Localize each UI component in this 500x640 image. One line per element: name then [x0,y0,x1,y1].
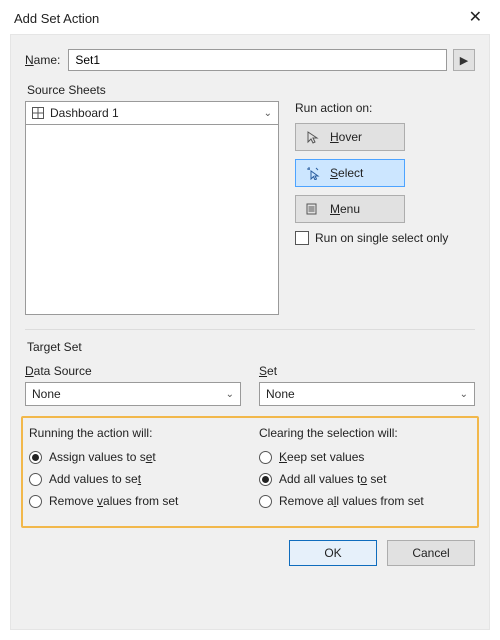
select-icon [306,166,320,180]
checkbox-icon[interactable] [295,231,309,245]
clearing-selection-column: Clearing the selection will: Keep set va… [259,426,471,516]
set-column: Set None ⌄ [259,358,475,406]
dialog-add-set-action: Add Set Action ✕ Name: ▶ Source Sheets D… [0,0,500,640]
set-dropdown[interactable]: None ⌄ [259,382,475,406]
radio-icon [259,495,272,508]
run-action-column: Run action on: Hover Select [295,101,475,245]
radio-assign-values[interactable]: Assign values to set [29,450,241,464]
source-sheet-list[interactable] [25,125,279,315]
running-action-column: Running the action will: Assign values t… [29,426,241,516]
set-label: Set [259,364,475,378]
triangle-right-icon: ▶ [460,54,468,67]
data-source-value: None [32,387,220,401]
radio-add-values[interactable]: Add values to set [29,472,241,486]
dashboard-icon [32,107,44,119]
button-row: OK Cancel [25,540,475,566]
name-menu-button[interactable]: ▶ [453,49,475,71]
name-label: Name: [25,53,60,67]
radio-icon [29,495,42,508]
radio-remove-all-values[interactable]: Remove all values from set [259,494,471,508]
run-single-select-label: Run on single select only [315,231,448,245]
target-row: Data Source None ⌄ Set None ⌄ [25,358,475,406]
radio-label: Keep set values [279,450,364,464]
radio-add-all-values[interactable]: Add all values to set [259,472,471,486]
radio-icon [29,451,42,464]
ok-button[interactable]: OK [289,540,377,566]
dialog-title: Add Set Action [14,11,99,26]
source-area: Dashboard 1 ⌄ Run action on: Hover [25,101,475,315]
close-icon[interactable]: ✕ [465,8,486,28]
radio-remove-values[interactable]: Remove values from set [29,494,241,508]
chevron-down-icon: ⌄ [460,389,468,400]
run-action-menu-label: Menu [330,202,360,216]
dialog-body: Name: ▶ Source Sheets Dashboard 1 ⌄ Run … [10,34,490,630]
data-source-label: Data Source [25,364,241,378]
run-single-select-row[interactable]: Run on single select only [295,231,475,245]
run-action-hover-button[interactable]: Hover [295,123,405,151]
radio-label: Remove all values from set [279,494,424,508]
target-set-label: Target Set [27,340,475,354]
name-row: Name: ▶ [25,49,475,71]
radio-label: Assign values to set [49,450,156,464]
radio-icon [259,451,272,464]
run-action-on-label: Run action on: [295,101,475,115]
cursor-icon [306,130,320,144]
radio-keep-values[interactable]: Keep set values [259,450,471,464]
run-action-menu-button[interactable]: Menu [295,195,405,223]
chevron-down-icon: ⌄ [226,389,234,400]
data-source-column: Data Source None ⌄ [25,358,241,406]
chevron-down-icon: ⌄ [264,108,272,119]
set-value: None [266,387,454,401]
run-action-select-label: Select [330,166,363,180]
name-input[interactable] [68,49,447,71]
radio-label: Add all values to set [279,472,386,486]
source-left: Dashboard 1 ⌄ [25,101,279,315]
radio-label: Add values to set [49,472,141,486]
running-action-header: Running the action will: [29,426,241,440]
titlebar: Add Set Action ✕ [0,0,500,34]
radio-icon [259,473,272,486]
clearing-selection-header: Clearing the selection will: [259,426,471,440]
run-action-select-button[interactable]: Select [295,159,405,187]
radio-icon [29,473,42,486]
highlighted-options: Running the action will: Assign values t… [21,416,479,528]
source-sheet-dropdown[interactable]: Dashboard 1 ⌄ [25,101,279,125]
menu-icon [306,202,320,216]
cancel-button[interactable]: Cancel [387,540,475,566]
divider [25,329,475,330]
source-sheets-label: Source Sheets [27,83,475,97]
source-sheet-value: Dashboard 1 [50,106,258,120]
run-action-hover-label: Hover [330,130,362,144]
data-source-dropdown[interactable]: None ⌄ [25,382,241,406]
radio-label: Remove values from set [49,494,178,508]
